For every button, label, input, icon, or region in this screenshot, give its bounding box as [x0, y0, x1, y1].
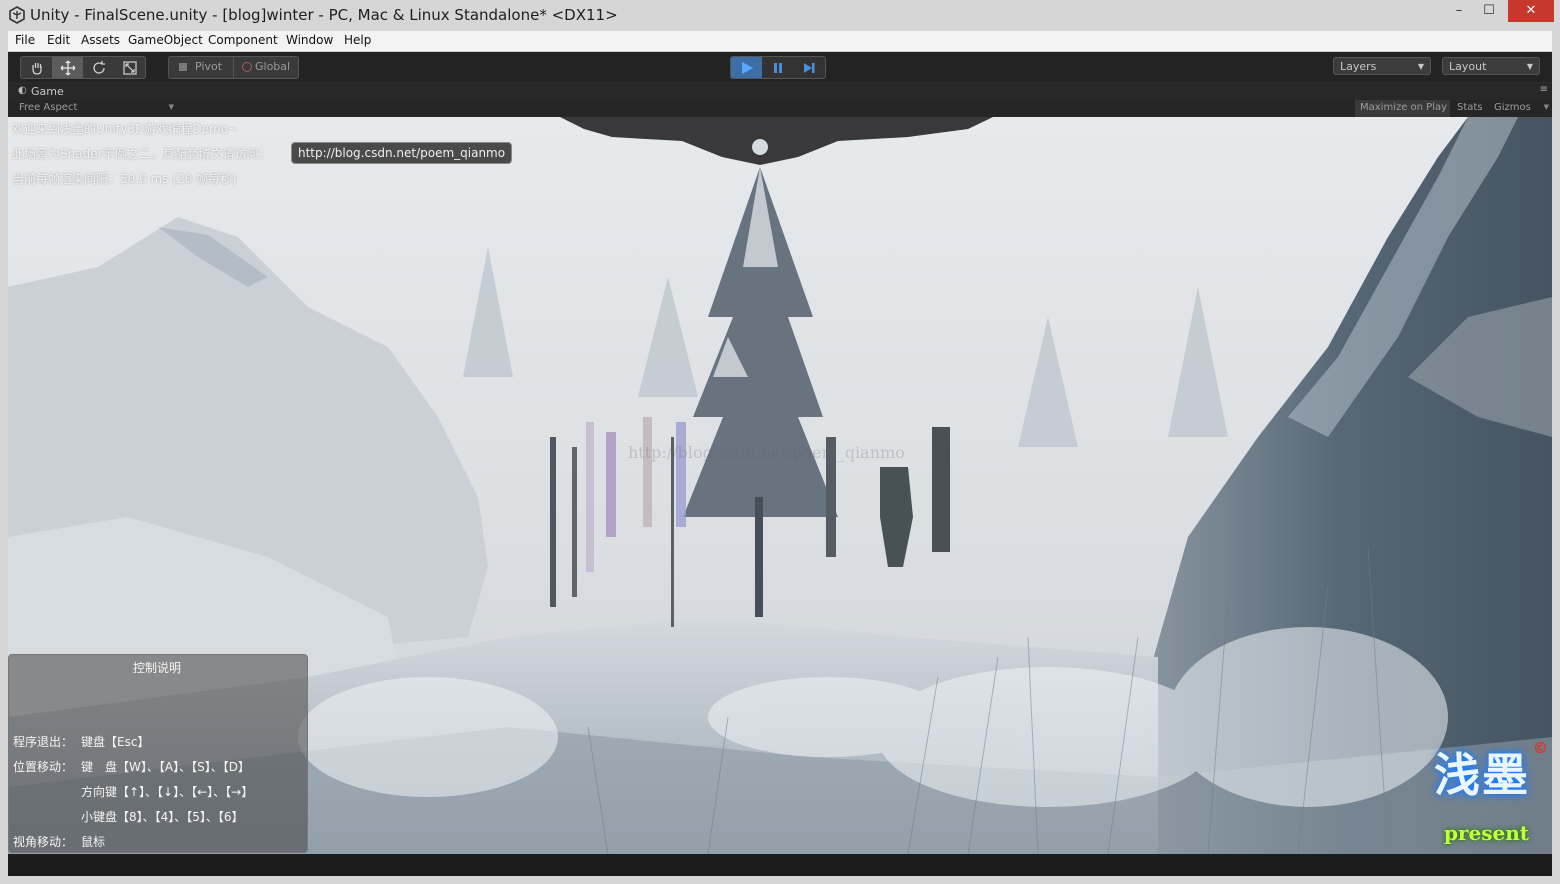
logo-mark: 浅墨 — [1434, 748, 1530, 802]
menu-component[interactable]: Component — [208, 33, 278, 47]
global-label: Global — [255, 60, 291, 73]
gizmos-label: Gizmos — [1494, 102, 1531, 113]
game-view-toolbar: Free Aspect ▼ Maximize on Play Stats Giz… — [8, 100, 1552, 118]
rotate-tool-button[interactable] — [83, 57, 114, 78]
window-frame-right — [1552, 31, 1560, 876]
menu-bar: File Edit Assets GameObject Component Wi… — [8, 31, 1552, 52]
game-tab-icon: ◐ — [18, 85, 27, 96]
menu-edit[interactable]: Edit — [47, 33, 70, 47]
chevron-down-icon: ▼ — [1417, 62, 1424, 71]
pause-button[interactable] — [762, 57, 793, 78]
rotate-icon — [92, 60, 105, 74]
move-tool-button[interactable] — [52, 57, 83, 78]
pause-icon — [773, 62, 782, 73]
game-viewport[interactable]: http://blog.csdn.net/poem_qianmo 欢迎来到浅墨的… — [8, 117, 1552, 854]
controls-panel: 控制说明 程序退出： 键盘【Esc】 位置移动： 键 盘【W】、【A】、【S】、… — [8, 654, 308, 853]
welcome-text: 欢迎来到浅墨的Unity3D游戏编程Demo~ — [12, 122, 239, 136]
panel-menu-icon[interactable]: ≡ — [1540, 84, 1548, 95]
step-button[interactable] — [793, 57, 824, 78]
window-frame-left — [0, 31, 8, 876]
window-title-bar[interactable]: Unity - FinalScene.unity - [blog]winter … — [0, 0, 1560, 32]
pivot-label: Pivot — [195, 60, 223, 73]
controls-title: 控制说明 — [133, 661, 182, 675]
aspect-dropdown[interactable]: Free Aspect ▼ — [14, 100, 174, 117]
hand-icon — [31, 62, 42, 75]
globe-icon — [242, 62, 252, 72]
global-toggle[interactable]: Global — [234, 57, 298, 78]
blog-link-button[interactable]: http://blog.csdn.net/poem_qianmo — [291, 142, 513, 164]
move-keys: 键 盘【W】、【A】、【S】、【D】 — [81, 760, 250, 774]
menu-gameobject[interactable]: GameObject — [128, 33, 203, 47]
layout-dropdown[interactable]: Layout ▼ — [1442, 57, 1540, 75]
layers-dropdown[interactable]: Layers ▼ — [1333, 57, 1431, 75]
scale-tool-button[interactable] — [114, 57, 145, 78]
chevron-down-icon: ▼ — [1543, 103, 1549, 111]
maximize-button[interactable]: ☐ — [1474, 0, 1504, 22]
toolbar: Pivot Global Layers ▼ Layout ▼ — [8, 52, 1552, 82]
menu-window[interactable]: Window — [286, 33, 333, 47]
numpad-keys: 小键盘【8】、【4】、【5】、【6】 — [81, 810, 244, 824]
unity-logo-icon — [9, 6, 25, 24]
hand-tool-button[interactable] — [21, 57, 52, 78]
window-frame-bottom — [0, 876, 1560, 884]
close-button[interactable]: ✕ — [1508, 0, 1554, 22]
shader-intro-text: 此场景为Shader示例之二，其配套博文请访问： — [12, 147, 271, 161]
transform-tools — [20, 56, 146, 79]
maximize-on-play-toggle[interactable]: Maximize on Play — [1355, 100, 1450, 117]
play-button[interactable] — [731, 57, 762, 78]
move-label: 位置移动： — [13, 760, 74, 774]
gizmos-dropdown[interactable]: Gizmos ▼ — [1493, 100, 1549, 117]
game-tab-label: Game — [31, 85, 64, 98]
frame-time-text: 当前每帧渲染间隔：50.0 ms (20 帧每秒) — [12, 172, 237, 186]
window-title: Unity - FinalScene.unity - [blog]winter … — [30, 6, 618, 24]
step-icon — [803, 62, 814, 73]
chevron-down-icon: ▼ — [1526, 62, 1533, 71]
minimize-button[interactable]: – — [1444, 0, 1474, 22]
quit-label: 程序退出： — [13, 735, 74, 749]
maximize-on-play-label: Maximize on Play — [1360, 102, 1448, 113]
view-label: 视角移动： — [13, 835, 74, 849]
game-tab-bar: ◐ Game ≡ — [8, 83, 1552, 100]
aspect-label: Free Aspect — [19, 102, 78, 113]
menu-assets[interactable]: Assets — [81, 33, 120, 47]
copyright-icon: © — [1533, 739, 1548, 757]
scale-icon — [122, 60, 137, 75]
menu-help[interactable]: Help — [344, 33, 371, 47]
playback-controls — [730, 56, 826, 79]
menu-file[interactable]: File — [15, 33, 35, 47]
arrow-keys: 方向键【↑】、【↓】、【←】、【→】 — [81, 785, 254, 799]
pivot-icon — [179, 63, 187, 71]
pivot-global-group: Pivot Global — [168, 56, 299, 79]
layout-label: Layout — [1449, 60, 1487, 73]
move-icon — [60, 60, 75, 75]
watermark-text: http://blog.csdn.net/poem_qianmo — [628, 443, 905, 462]
pivot-toggle[interactable]: Pivot — [169, 57, 233, 78]
tab-game[interactable]: ◐ Game — [14, 83, 84, 100]
play-icon — [741, 61, 753, 74]
chevron-down-icon: ▼ — [168, 103, 174, 111]
quit-value: 键盘【Esc】 — [81, 735, 150, 749]
layers-label: Layers — [1340, 60, 1377, 73]
view-value: 鼠标 — [81, 835, 106, 849]
stats-button[interactable]: Stats — [1457, 102, 1483, 113]
status-bar — [8, 854, 1552, 876]
qianmo-logo: 浅墨 © present — [1432, 739, 1550, 851]
logo-tagline: present — [1444, 821, 1530, 845]
